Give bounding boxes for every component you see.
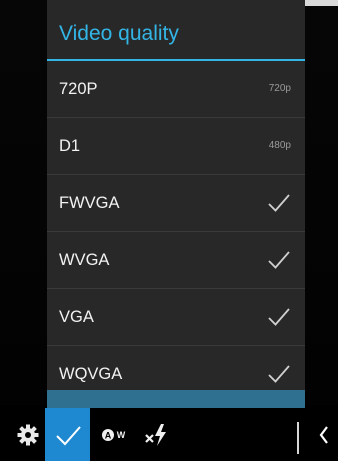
auto-white-balance-icon: A W (102, 428, 126, 441)
flash-off-icon (145, 423, 166, 446)
list-item-resolution: 720p (268, 83, 291, 94)
collapse-toolbar-button[interactable] (310, 408, 338, 461)
quality-list: 720P 720p D1 480p FWVGA WVGA VGA WQVGA (47, 61, 305, 402)
checkmark-icon (268, 308, 290, 326)
video-quality-dialog: Video quality 720P 720p D1 480p FWVGA WV… (47, 0, 305, 408)
confirm-button[interactable] (45, 408, 90, 461)
checkmark-icon (268, 365, 290, 383)
list-item-label: 720P (59, 80, 98, 98)
list-item-resolution: 480p (268, 140, 291, 151)
white-balance-button[interactable]: A W (96, 408, 136, 461)
checkmark-icon (268, 251, 290, 269)
checkmark-icon (268, 194, 290, 212)
camera-toolbar: A W (0, 408, 338, 461)
dialog-bottom-bar (47, 390, 305, 408)
toolbar-divider (297, 422, 299, 454)
chevron-left-icon (319, 425, 328, 444)
gear-icon (17, 424, 39, 445)
list-item-label: VGA (59, 308, 94, 326)
list-item-label: FWVGA (59, 194, 120, 212)
settings-button[interactable] (10, 408, 46, 461)
svg-text:W: W (117, 430, 126, 440)
dialog-title: Video quality (59, 22, 179, 45)
svg-text:A: A (105, 430, 112, 440)
list-item-wvga[interactable]: WVGA (47, 232, 305, 289)
list-item-fwvga[interactable]: FWVGA (47, 175, 305, 232)
list-item-d1[interactable]: D1 480p (47, 118, 305, 175)
list-item-label: D1 (59, 137, 81, 155)
checkmark-icon (55, 425, 81, 445)
flash-button[interactable] (138, 408, 174, 461)
list-item-label: WVGA (59, 251, 110, 269)
list-item-vga[interactable]: VGA (47, 289, 305, 346)
list-item-720p[interactable]: 720P 720p (47, 61, 305, 118)
